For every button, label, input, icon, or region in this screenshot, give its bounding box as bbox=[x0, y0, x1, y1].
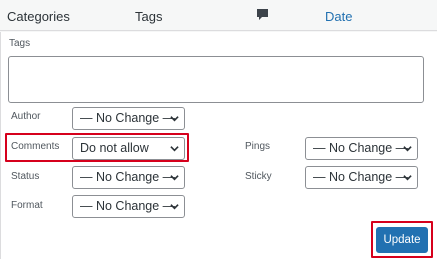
sticky-select-value: — No Change — bbox=[313, 170, 409, 184]
comments-select-value: Do not allow bbox=[80, 141, 149, 155]
list-table-header: Categories Tags Date bbox=[0, 0, 437, 31]
speech-bubble-icon bbox=[257, 9, 268, 20]
tags-label: Tags bbox=[9, 38, 31, 49]
column-header-categories: Categories bbox=[7, 9, 70, 24]
format-select-value: — No Change — bbox=[80, 199, 176, 213]
status-select-value: — No Change — bbox=[80, 170, 176, 184]
sticky-select[interactable]: — No Change — bbox=[305, 166, 418, 189]
format-label: Format bbox=[11, 200, 43, 211]
chevron-down-icon bbox=[403, 175, 412, 181]
pings-select-value: — No Change — bbox=[313, 141, 409, 155]
pings-select[interactable]: — No Change — bbox=[305, 137, 418, 160]
comments-select[interactable]: Do not allow bbox=[72, 137, 185, 160]
chevron-down-icon bbox=[170, 175, 179, 181]
tags-textarea[interactable] bbox=[8, 56, 424, 103]
comments-column-icon[interactable] bbox=[256, 8, 269, 24]
author-select[interactable]: — No Change — bbox=[72, 107, 185, 130]
author-select-value: — No Change — bbox=[80, 111, 176, 125]
column-header-date[interactable]: Date bbox=[325, 9, 352, 24]
author-label: Author bbox=[11, 111, 41, 122]
chevron-down-icon bbox=[170, 146, 179, 152]
chevron-down-icon bbox=[403, 146, 412, 152]
chevron-down-icon bbox=[170, 116, 179, 122]
comments-label: Comments bbox=[11, 141, 60, 152]
status-label: Status bbox=[11, 171, 40, 182]
pings-label: Pings bbox=[245, 141, 271, 152]
chevron-down-icon bbox=[170, 204, 179, 210]
status-select[interactable]: — No Change — bbox=[72, 166, 185, 189]
column-header-tags: Tags bbox=[135, 9, 163, 24]
sticky-label: Sticky bbox=[245, 171, 272, 182]
format-select[interactable]: — No Change — bbox=[72, 195, 185, 218]
update-button[interactable]: Update bbox=[376, 227, 428, 253]
